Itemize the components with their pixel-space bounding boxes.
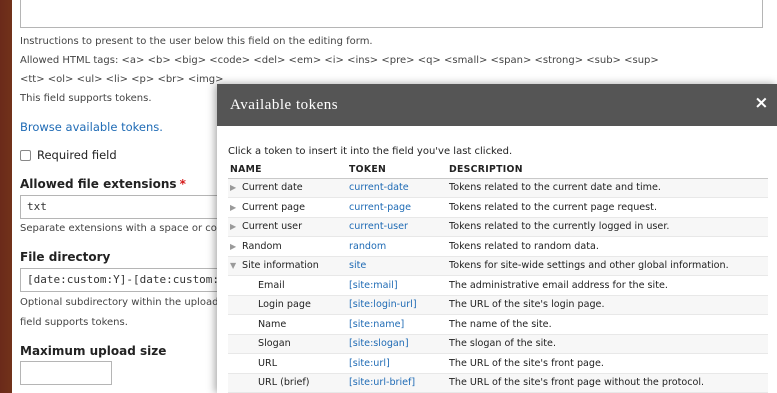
token-description: The name of the site. xyxy=(447,314,768,335)
directory-help-continued: field supports tokens. xyxy=(20,317,128,328)
token-link[interactable]: [site:mail] xyxy=(349,280,398,291)
token-child-row[interactable]: URL (brief) [site:url-brief] The URL of … xyxy=(228,373,768,393)
token-description: Tokens related to the currently logged i… xyxy=(447,217,768,237)
required-field-row[interactable]: Required field xyxy=(20,148,117,162)
token-link[interactable]: [site:url] xyxy=(349,358,390,369)
token-name: Slogan xyxy=(228,334,347,354)
column-header-description: DESCRIPTION xyxy=(447,161,768,179)
token-description: The URL of the site's front page. xyxy=(447,353,768,374)
token-name: URL xyxy=(228,353,347,374)
collapse-arrow-icon[interactable]: ▼ xyxy=(230,261,242,270)
token-row-expanded[interactable]: ▼ Site information site Tokens for site-w… xyxy=(228,256,768,276)
token-name: Name xyxy=(228,314,347,335)
token-name: Email xyxy=(228,275,347,296)
column-header-name: NAME xyxy=(228,161,347,179)
token-row[interactable]: ▶ Random random Tokens related to random … xyxy=(228,236,768,257)
token-name: URL (brief) xyxy=(228,373,347,393)
token-link[interactable]: [site:slogan] xyxy=(349,338,409,349)
token-name: Random xyxy=(242,240,282,252)
help-text-textarea[interactable] xyxy=(20,0,763,28)
token-link[interactable]: [site:url-brief] xyxy=(349,377,415,388)
token-name: Current page xyxy=(242,201,306,213)
token-name: Site information xyxy=(242,260,319,272)
token-link[interactable]: [site:login-url] xyxy=(349,299,417,310)
token-link[interactable]: [site:name] xyxy=(349,319,404,330)
dialog-instructions: Click a token to insert it into the fiel… xyxy=(228,146,513,157)
available-tokens-dialog: Available tokens × Click a token to inse… xyxy=(217,84,777,393)
expand-arrow-icon[interactable]: ▶ xyxy=(230,183,242,192)
close-icon[interactable]: × xyxy=(754,93,769,113)
dialog-header: Available tokens × xyxy=(217,84,777,126)
token-child-row[interactable]: Slogan [site:slogan] The slogan of the s… xyxy=(228,334,768,354)
token-row[interactable]: ▶ Current date current-date Tokens relate… xyxy=(228,178,768,198)
tokens-table: NAME TOKEN DESCRIPTION ▶ Current date cur… xyxy=(228,161,768,393)
expand-arrow-icon[interactable]: ▶ xyxy=(230,203,242,212)
token-description: Tokens related to the current date and t… xyxy=(447,178,768,198)
supports-tokens-text: This field supports tokens. xyxy=(20,93,152,104)
browse-tokens-link[interactable]: Browse available tokens. xyxy=(20,120,163,134)
token-child-row[interactable]: Email [site:mail] The administrative ema… xyxy=(228,275,768,296)
token-link[interactable]: current-user xyxy=(349,221,408,232)
token-name: Current user xyxy=(242,221,303,233)
required-marker: * xyxy=(179,177,186,191)
allowed-html-help-continued: <tt> <ol> <ul> <li> <p> <br> <img> xyxy=(20,74,224,85)
token-child-row[interactable]: Login page [site:login-url] The URL of t… xyxy=(228,295,768,315)
expand-arrow-icon[interactable]: ▶ xyxy=(230,242,242,251)
required-checkbox[interactable] xyxy=(20,149,31,161)
token-link[interactable]: current-date xyxy=(349,182,409,193)
dialog-title: Available tokens xyxy=(230,96,339,113)
max-size-input[interactable] xyxy=(20,361,112,385)
extensions-label-text: Allowed file extensions xyxy=(20,177,177,191)
token-link[interactable]: random xyxy=(349,241,386,252)
token-description: The URL of the site's front page without… xyxy=(447,373,768,393)
token-row[interactable]: ▶ Current page current-page Tokens relate… xyxy=(228,197,768,218)
token-row[interactable]: ▶ Current user current-user Tokens relate… xyxy=(228,217,768,237)
directory-label: File directory xyxy=(20,250,111,264)
max-size-label: Maximum upload size xyxy=(20,344,167,358)
token-link[interactable]: current-page xyxy=(349,202,411,213)
column-header-token: TOKEN xyxy=(347,161,447,179)
token-description: Tokens related to the current page reque… xyxy=(447,197,768,218)
token-link[interactable]: site xyxy=(349,260,366,271)
allowed-html-help: Allowed HTML tags: <a> <b> <big> <code> … xyxy=(20,55,659,66)
token-description: The administrative email address for the… xyxy=(447,275,768,296)
token-description: Tokens for site-wide settings and other … xyxy=(447,256,768,276)
token-description: The URL of the site's login page. xyxy=(447,295,768,315)
extensions-label: Allowed file extensions * xyxy=(20,177,186,191)
token-description: The slogan of the site. xyxy=(447,334,768,354)
token-child-row[interactable]: URL [site:url] The URL of the site's fro… xyxy=(228,353,768,374)
expand-arrow-icon[interactable]: ▶ xyxy=(230,222,242,231)
token-name: Current date xyxy=(242,182,303,194)
tokens-table-header: NAME TOKEN DESCRIPTION xyxy=(228,161,768,179)
token-description: Tokens related to random data. xyxy=(447,236,768,257)
instructions-help-text: Instructions to present to the user belo… xyxy=(20,36,373,47)
token-name: Login page xyxy=(228,295,347,315)
token-child-row[interactable]: Name [site:name] The name of the site. xyxy=(228,314,768,335)
required-field-label: Required field xyxy=(37,148,117,162)
